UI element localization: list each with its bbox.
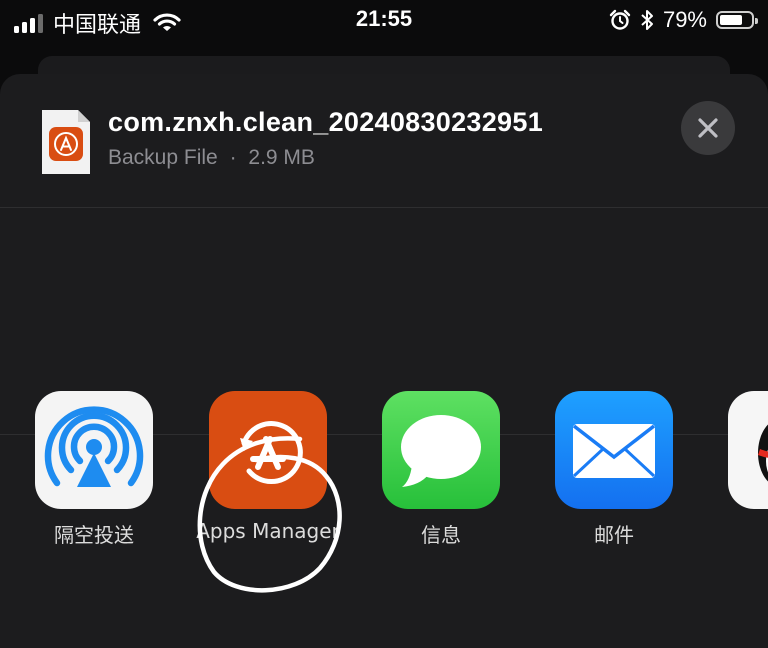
file-name: com.znxh.clean_20240830232951 xyxy=(108,107,544,137)
file-size: 2.9 MB xyxy=(248,146,315,169)
mail-icon xyxy=(555,391,673,509)
share-app-airdrop[interactable]: 隔空投送 xyxy=(19,391,169,548)
share-app-label: 信息 xyxy=(421,523,461,547)
file-header: com.znxh.clean_20240830232951 Backup Fil… xyxy=(0,74,768,208)
backup-file-icon xyxy=(42,110,90,174)
battery-icon xyxy=(716,11,758,29)
share-app-label: 隔空投送 xyxy=(54,523,134,547)
close-button[interactable] xyxy=(681,101,735,155)
share-apps-row: 隔空投送 Apps Manager 信息 邮件 xyxy=(0,391,768,591)
messages-icon xyxy=(382,391,500,509)
status-right: 79% xyxy=(609,7,758,33)
battery-percentage: 79% xyxy=(662,7,707,32)
status-bar: 中国联通 21:55 79% xyxy=(0,0,768,44)
alarm-icon xyxy=(609,9,631,30)
share-app-label: Apps Manager xyxy=(196,519,340,543)
qq-icon xyxy=(728,391,768,509)
close-icon xyxy=(698,118,718,138)
airdrop-icon xyxy=(35,391,153,509)
share-app-label: 邮件 xyxy=(594,523,634,547)
meta-separator: · xyxy=(229,146,237,169)
share-app-apps-manager[interactable]: Apps Manager xyxy=(193,391,343,543)
bluetooth-icon xyxy=(641,10,653,30)
share-app-mail[interactable]: 邮件 xyxy=(539,391,689,548)
file-type: Backup File xyxy=(108,146,218,169)
apps-manager-icon xyxy=(209,391,327,509)
share-app-messages[interactable]: 信息 xyxy=(366,391,516,548)
share-app-qq[interactable] xyxy=(712,391,768,519)
file-meta: Backup File · 2.9 MB xyxy=(108,146,315,170)
screen: 中国联通 21:55 79% com.znxh.clean_2024083023… xyxy=(0,0,768,648)
